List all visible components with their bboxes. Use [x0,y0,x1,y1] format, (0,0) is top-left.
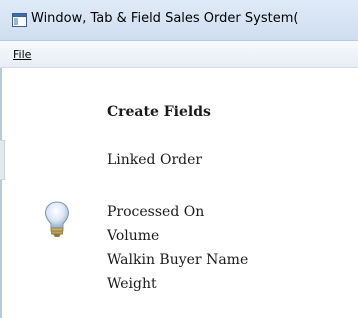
app-window: Window, Tab & Field Sales Order System( … [0,0,358,318]
menu-bar: File [0,41,358,68]
linked-order-label: Linked Order [107,152,203,168]
window-title: Window, Tab & Field Sales Order System( [31,11,299,26]
list-item: Weight [107,276,157,292]
lightbulb-icon [44,201,70,237]
list-item: Volume [107,228,160,244]
list-item: Walkin Buyer Name [107,252,249,268]
list-item: Processed On [107,204,205,220]
field-list: Processed On Volume Walkin Buyer Name We… [107,200,248,296]
menu-item-file[interactable]: File [13,48,31,61]
window-app-icon [12,13,27,27]
content-panel: Create Fields Linked Order Processed On … [0,68,358,318]
section-heading: Create Fields [107,104,211,120]
title-bar[interactable]: Window, Tab & Field Sales Order System( [0,0,358,41]
